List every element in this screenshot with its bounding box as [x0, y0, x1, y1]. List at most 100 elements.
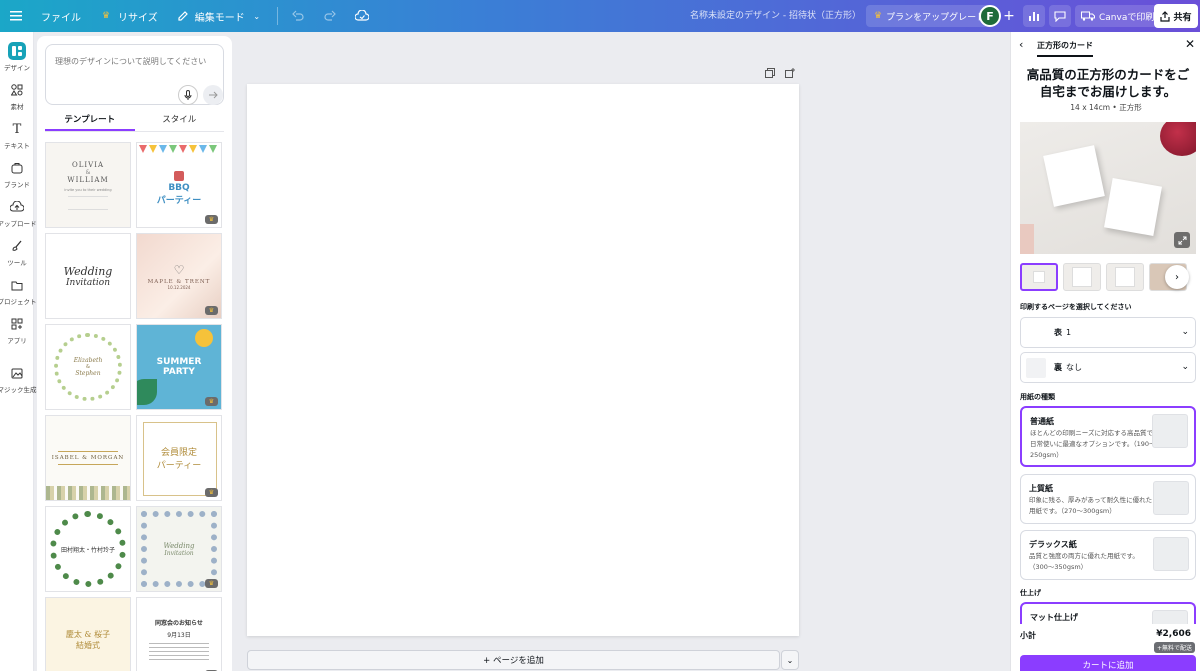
template-title: 同窓会のお知らせ	[155, 619, 203, 627]
file-menu[interactable]: ファイル	[32, 0, 90, 32]
thumbnail[interactable]	[1020, 263, 1058, 291]
design-canvas[interactable]	[247, 84, 799, 636]
add-page-options-button[interactable]: ⌄	[781, 650, 799, 670]
template-card[interactable]: ♡ MAPLE & TRENT 10.12.2024 ♛	[136, 233, 222, 319]
brand-icon	[8, 159, 26, 177]
gold-line	[58, 451, 118, 452]
add-to-cart-button[interactable]: カートに追加	[1020, 655, 1196, 671]
tab-styles[interactable]: スタイル	[135, 112, 225, 131]
submit-prompt-button[interactable]	[203, 85, 223, 105]
back-page-select[interactable]: 裏なし ⌄	[1020, 352, 1196, 383]
paper-option-deluxe[interactable]: デラックス紙 品質と強度の両方に優れた用紙です。（300〜350gsm）	[1020, 530, 1196, 580]
premium-crown-icon: ♛	[205, 397, 218, 406]
template-title: WILLIAM	[67, 175, 109, 184]
side-rail: デザイン 素材 T テキスト ブランド アップロード ツール プロジェクト アプ…	[0, 32, 37, 671]
add-page-button[interactable]: + ページを追加	[247, 650, 780, 670]
undo-button[interactable]	[282, 0, 314, 32]
rail-label: テキスト	[4, 142, 30, 150]
template-card[interactable]: 会員限定 パーティー ♛	[136, 415, 222, 501]
folder-icon	[8, 276, 26, 294]
rail-item-uploads[interactable]: アップロード	[0, 198, 37, 228]
avatar[interactable]: F	[979, 5, 1001, 27]
expand-button[interactable]	[1174, 232, 1190, 248]
template-card[interactable]: Wedding Invitation	[45, 233, 131, 319]
add-collaborator-button[interactable]: +	[1000, 6, 1018, 26]
back-page-value: 裏なし	[1054, 362, 1082, 373]
rail-item-brand[interactable]: ブランド	[0, 159, 34, 189]
resize-label: リサイズ	[118, 12, 158, 24]
share-button[interactable]: 共有	[1154, 4, 1198, 28]
edit-mode-button[interactable]: 編集モード ⌄	[167, 0, 273, 32]
back-chevron-icon[interactable]: ‹	[1019, 38, 1023, 51]
subtotal-price: ¥2,606	[1156, 629, 1191, 639]
template-decoration	[68, 195, 108, 210]
duplicate-icon	[765, 68, 775, 78]
template-card[interactable]: BBQ パーティー ♛	[136, 142, 222, 228]
document-title[interactable]: 名称未設定のデザイン - 招待状（正方形）	[690, 0, 861, 32]
paper-sample-image	[1153, 481, 1189, 515]
template-card[interactable]: 田村翔太・竹村玲子	[45, 506, 131, 592]
redo-button[interactable]	[314, 0, 346, 32]
insights-button[interactable]	[1023, 5, 1045, 27]
print-with-canva-button[interactable]: Canvaで印刷	[1075, 5, 1161, 27]
paper-description: 印象に残る、厚みがあって耐久性に優れた用紙です。（270〜300gsm）	[1029, 496, 1153, 515]
rail-label: マジック生成	[0, 386, 37, 394]
print-panel: ‹ 正方形のカード ✕ 高品質の正方形のカードをご自宅までお届けします。 14 …	[1010, 32, 1200, 671]
upgrade-button[interactable]: ♛ プランをアップグレード	[866, 5, 994, 27]
rail-item-design[interactable]: デザイン	[0, 42, 34, 72]
template-card[interactable]: Elizabeth & Stephen	[45, 324, 131, 410]
design-prompt-input[interactable]: 理想のデザインについて説明してください	[45, 44, 224, 105]
rail-label: 素材	[10, 103, 24, 111]
front-page-value: 表1	[1054, 327, 1071, 338]
template-card[interactable]: 同窓会のお知らせ 9月13日 ♛	[136, 597, 222, 671]
apps-icon	[8, 315, 26, 333]
template-card[interactable]: 慶太 & 桜子 結婚式	[45, 597, 131, 671]
template-card[interactable]: SUMMER PARTY ♛	[136, 324, 222, 410]
rail-item-magic[interactable]: マジック生成	[0, 364, 37, 394]
rail-item-apps[interactable]: アプリ	[0, 315, 34, 345]
expand-icon	[1178, 236, 1186, 244]
rail-item-projects[interactable]: プロジェクト	[0, 276, 37, 306]
resize-button[interactable]: ♛ リサイズ	[90, 0, 167, 32]
template-card[interactable]: OLIVIA & WILLIAM invite you to their wed…	[45, 142, 131, 228]
panel-tabs: テンプレート スタイル	[45, 112, 224, 132]
thumbnail[interactable]	[1063, 263, 1101, 291]
microphone-icon	[184, 89, 192, 100]
thumbnails-next-button[interactable]: ›	[1165, 265, 1189, 289]
front-page-select[interactable]: 表1 ⌄	[1020, 317, 1196, 348]
rail-item-text[interactable]: T テキスト	[0, 120, 34, 151]
leaf-decoration	[137, 379, 157, 405]
add-page-icon-button[interactable]	[785, 68, 795, 81]
cloud-save-button[interactable]	[346, 0, 378, 32]
voice-input-button[interactable]	[178, 85, 198, 105]
template-card[interactable]: ISABEL & MORGAN	[45, 415, 131, 501]
tab-templates[interactable]: テンプレート	[45, 112, 135, 131]
comments-button[interactable]	[1049, 5, 1071, 27]
top-bar: ファイル ♛ リサイズ 編集モード ⌄ 名称未設定のデザイン - 招待状（正方形…	[0, 0, 1200, 32]
paper-description: ほとんどの印刷ニーズに対応する高品質で日常使いに最適なオプションです。（190〜…	[1030, 429, 1156, 459]
back-value: なし	[1066, 363, 1082, 372]
pencil-icon	[176, 9, 190, 23]
template-title: Invitation	[65, 277, 110, 288]
elements-icon	[8, 81, 26, 99]
free-shipping-badge: +無料で配送	[1153, 642, 1195, 653]
paper-name: 普通紙	[1030, 417, 1054, 426]
menu-button[interactable]	[0, 0, 32, 32]
finish-option-matte[interactable]: マット仕上げ	[1020, 602, 1196, 624]
tab-square-card[interactable]: 正方形のカード	[1037, 40, 1093, 57]
paper-sample-image	[1152, 414, 1188, 448]
close-icon[interactable]: ✕	[1185, 37, 1195, 51]
rail-item-elements[interactable]: 素材	[0, 81, 34, 111]
template-card[interactable]: Wedding Invitation ♛	[136, 506, 222, 592]
thumb-card	[1072, 267, 1092, 287]
heart-decoration: ♡	[173, 262, 185, 277]
paper-option-premium[interactable]: 上質紙 印象に残る、厚みがあって耐久性に優れた用紙です。（270〜300gsm）	[1020, 474, 1196, 524]
template-text: invite you to their wedding	[64, 187, 112, 192]
product-photo	[1020, 122, 1196, 254]
template-title: Wedding	[63, 264, 113, 278]
thumbnail[interactable]	[1106, 263, 1144, 291]
rail-item-tools[interactable]: ツール	[0, 237, 34, 267]
template-title: ISABEL & MORGAN	[51, 455, 125, 461]
duplicate-page-button[interactable]	[765, 68, 775, 81]
paper-option-standard[interactable]: 普通紙 ほとんどの印刷ニーズに対応する高品質で日常使いに最適なオプションです。（…	[1020, 406, 1196, 467]
